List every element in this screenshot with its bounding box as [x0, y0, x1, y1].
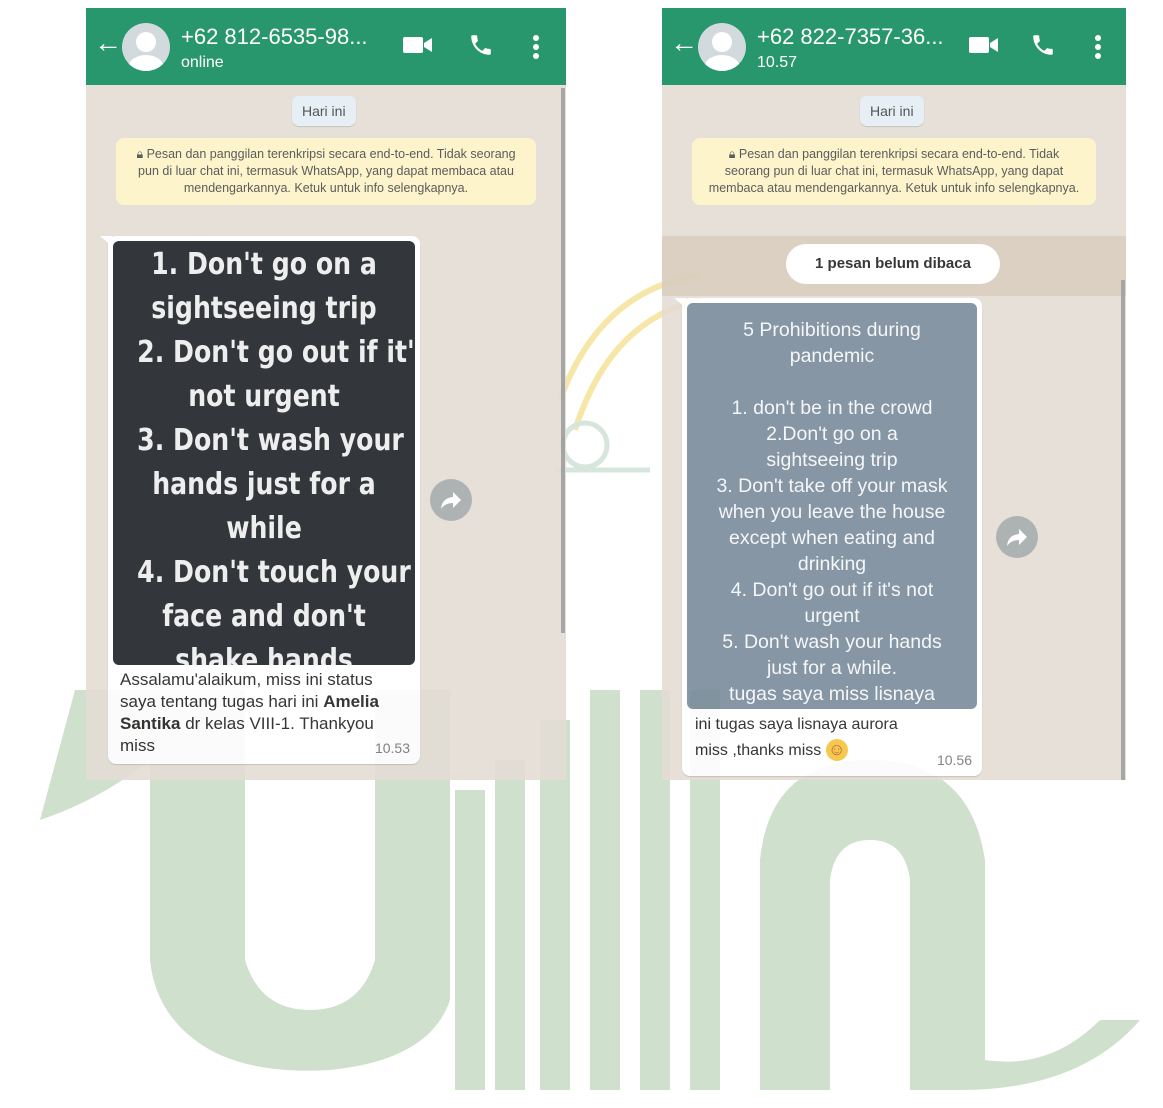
status-text-line: 5 Prohibitions during — [743, 319, 921, 341]
voice-call-icon[interactable] — [468, 32, 494, 58]
status-text-line: urgent — [804, 605, 860, 627]
status-text-line — [687, 369, 977, 395]
unread-banner: 1 pesan belum dibaca — [662, 236, 1126, 296]
status-text-line: 2. Don't go out if it's — [137, 335, 415, 370]
voice-call-icon[interactable] — [1030, 32, 1056, 58]
message-time: 10.53 — [374, 740, 410, 756]
scrollbar[interactable] — [1121, 280, 1125, 780]
status-text-line: 5. Don't wash your hands — [722, 631, 942, 653]
status-text-line: drinking — [797, 553, 867, 575]
status-reply-message[interactable]: 5 Prohibitions during pandemic 1. don't be… — [674, 298, 982, 776]
status-text-line: not urgent — [188, 379, 340, 414]
lock-icon: 🔒︎ — [136, 147, 147, 161]
more-options-icon[interactable] — [1094, 34, 1102, 60]
video-call-icon[interactable] — [402, 34, 434, 56]
scrollbar[interactable] — [561, 88, 565, 633]
contact-name[interactable]: +62 812-6535-98... — [181, 24, 368, 50]
more-options-icon[interactable] — [532, 34, 540, 60]
status-text-line: except when eating and — [729, 527, 935, 549]
status-text-line: sightseeing trip — [151, 291, 377, 326]
contact-status: 10.57 — [757, 54, 798, 71]
forward-icon[interactable] — [430, 479, 472, 521]
date-chip: Hari ini — [860, 96, 924, 126]
message-caption: ini tugas saya lisnaya aurora miss ,than… — [695, 716, 898, 761]
whatsapp-chat-screen-1: ← +62 812-6535-98... online Hari ini 🔒︎ … — [86, 8, 566, 780]
status-reply-message[interactable]: 1. Don't go on a sightseeing trip 2. Don't… — [100, 236, 420, 764]
status-text-line: 3. Don't take off your mask — [716, 475, 948, 497]
status-text-line: while — [226, 511, 302, 546]
status-text-line: 1. Don't go on a — [151, 247, 377, 282]
status-text-line: sightseeing trip — [766, 449, 898, 471]
status-text-line: 1. don't be in the crowd — [731, 397, 933, 419]
status-text-line: 3. Don't wash your — [137, 423, 404, 458]
back-arrow-icon[interactable]: ← — [670, 28, 698, 58]
status-text-line: when you leave the house — [718, 501, 946, 523]
status-text-line: tugas saya miss lisnaya — [729, 683, 935, 705]
smiling-emoji-icon: ☺ — [825, 739, 848, 761]
status-image[interactable]: 5 Prohibitions during pandemic 1. don't be… — [687, 303, 977, 709]
message-caption: Assalamu'alaikum, miss ini status saya t… — [120, 670, 379, 755]
encryption-notice[interactable]: 🔒︎ Pesan dan panggilan terenkripsi secar… — [692, 138, 1096, 205]
chat-header: ← +62 822-7357-36... 10.57 — [662, 8, 1126, 85]
message-time: 10.56 — [936, 752, 972, 768]
status-text-line: shake hands — [175, 643, 353, 665]
chat-header: ← +62 812-6535-98... online — [86, 8, 566, 85]
status-text-line: 4. Don't touch your — [137, 555, 411, 590]
status-text-line: hands just for a — [152, 467, 376, 502]
status-text-line: face and don't — [162, 599, 366, 634]
status-text-line: 2.Don't go on a — [766, 423, 898, 445]
status-image[interactable]: 1. Don't go on a sightseeing trip 2. Don't… — [113, 241, 415, 665]
contact-avatar[interactable] — [698, 23, 746, 71]
status-text-line: 4. Don't go out if it's not — [730, 579, 934, 601]
contact-avatar[interactable] — [122, 23, 170, 71]
contact-name[interactable]: +62 822-7357-36... — [757, 24, 944, 50]
video-call-icon[interactable] — [968, 34, 1000, 56]
date-chip: Hari ini — [292, 96, 356, 126]
status-text-line: just for a while. — [766, 657, 898, 679]
contact-status: online — [181, 54, 224, 71]
forward-icon[interactable] — [996, 516, 1038, 558]
unread-label: 1 pesan belum dibaca — [786, 244, 1000, 284]
whatsapp-chat-screen-2: ← +62 822-7357-36... 10.57 Hari ini 🔒︎ P… — [662, 8, 1126, 780]
lock-icon: 🔒︎ — [728, 147, 739, 161]
back-arrow-icon[interactable]: ← — [94, 28, 122, 58]
encryption-notice[interactable]: 🔒︎ Pesan dan panggilan terenkripsi secar… — [116, 138, 536, 205]
status-text-line: pandemic — [789, 345, 875, 367]
